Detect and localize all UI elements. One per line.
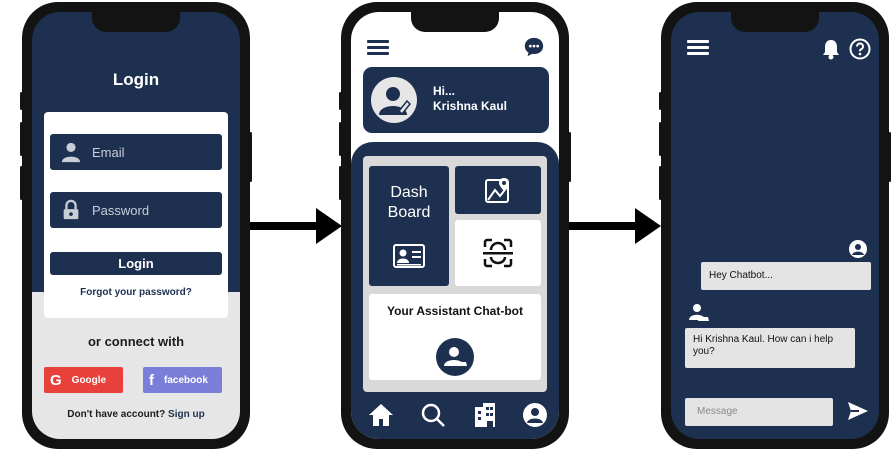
hamburger-menu-icon[interactable] (687, 40, 709, 56)
email-placeholder: Email (92, 144, 125, 160)
chat-bubble-icon[interactable] (523, 36, 545, 58)
bot-icon (689, 304, 709, 321)
assistant-tile[interactable]: Your Assistant Chat-bot (369, 294, 541, 380)
lock-icon (63, 199, 79, 220)
assistant-label: Your Assistant Chat-bot (386, 304, 523, 318)
home-panel: Dash Board Your Assistant Chat-bot (351, 142, 559, 439)
bot-message: Hi Krishna Kaul. How can i help you? (685, 328, 855, 368)
phone-side-button (339, 122, 342, 156)
signup-link[interactable]: Sign up (168, 409, 205, 420)
avatar-icon (379, 87, 412, 116)
phone-notch (92, 10, 180, 32)
phone-side-button (20, 166, 23, 200)
building-icon[interactable] (471, 401, 499, 429)
bell-icon[interactable] (821, 38, 841, 60)
id-card-icon (393, 244, 425, 268)
dashboard-label-line1: Dash (390, 184, 428, 201)
face-scan-icon (483, 238, 513, 268)
greeting-text: Hi... (433, 84, 456, 98)
or-connect-label: or connect with (87, 334, 185, 349)
phone-side-button (888, 132, 891, 182)
user-name: Krishna Kaul (433, 99, 508, 113)
send-icon[interactable] (846, 399, 870, 423)
avatar[interactable] (371, 77, 417, 123)
map-tile[interactable] (455, 166, 541, 214)
home-phone: Hi... Krishna Kaul Dash Board Your Assis… (339, 2, 571, 449)
map-icon (485, 178, 509, 203)
message-input[interactable]: Message (685, 398, 833, 426)
forgot-password-link[interactable]: Forgot your password? (44, 287, 228, 298)
login-card: Email Password Login Forgot your passwor… (44, 112, 228, 318)
flow-arrow-icon (569, 208, 661, 244)
home-screen: Hi... Krishna Kaul Dash Board Your Assis… (351, 12, 559, 439)
user-avatar-icon (849, 240, 867, 258)
login-button[interactable]: Login (50, 252, 222, 275)
phone-side-button (659, 122, 662, 156)
flow-arrow-icon (250, 208, 342, 244)
facebook-label: facebook (164, 374, 208, 386)
password-field[interactable]: Password (50, 192, 222, 228)
feature-grid: Dash Board Your Assistant Chat-bot (363, 156, 547, 392)
chat-screen: Hey Chatbot... Hi Krishna Kaul. How can … (671, 12, 879, 439)
bot-avatar[interactable] (436, 338, 474, 376)
phone-side-button (568, 132, 571, 182)
phone-side-button (339, 92, 342, 110)
chat-phone: Hey Chatbot... Hi Krishna Kaul. How can … (659, 2, 891, 449)
facebook-icon: f (149, 371, 154, 389)
phone-notch (411, 10, 499, 32)
password-placeholder: Password (92, 202, 150, 218)
greeting-card: Hi... Krishna Kaul (363, 67, 549, 133)
user-message: Hey Chatbot... (701, 262, 871, 290)
profile-icon[interactable] (521, 401, 549, 429)
login-title: Login (112, 70, 160, 89)
login-phone: Login Email Password Login Forgot your p… (20, 2, 252, 449)
google-label: Google (71, 374, 107, 386)
face-scan-tile[interactable] (455, 220, 541, 286)
phone-notch (731, 10, 819, 32)
dashboard-label-line2: Board (387, 204, 431, 221)
search-icon[interactable] (419, 401, 447, 429)
phone-side-button (20, 92, 23, 110)
no-account-text: Don't have account? (67, 409, 166, 420)
bot-icon (444, 347, 467, 366)
email-field[interactable]: Email (50, 134, 222, 170)
google-icon: G (50, 371, 62, 389)
dashboard-tile[interactable]: Dash Board (369, 166, 449, 286)
login-screen: Login Email Password Login Forgot your p… (32, 12, 240, 439)
phone-side-button (339, 166, 342, 200)
home-icon[interactable] (367, 401, 395, 429)
signup-line: Don't have account? Sign up (32, 409, 240, 420)
facebook-button[interactable]: f facebook (143, 367, 222, 393)
help-icon[interactable] (849, 38, 871, 60)
phone-side-button (659, 92, 662, 110)
hamburger-menu-icon[interactable] (367, 40, 389, 56)
phone-side-button (20, 122, 23, 156)
bottom-tab-bar (351, 395, 559, 439)
phone-side-button (659, 166, 662, 200)
google-button[interactable]: G Google (44, 367, 123, 393)
phone-side-button (249, 132, 252, 182)
user-icon (61, 142, 81, 163)
